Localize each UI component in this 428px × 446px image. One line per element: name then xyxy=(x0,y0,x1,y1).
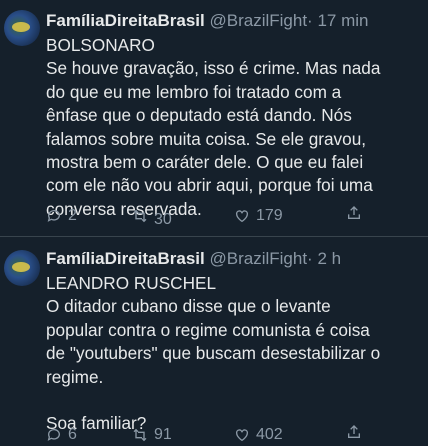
retweet-icon xyxy=(133,428,147,442)
author-handle[interactable]: @BrazilFight xyxy=(209,11,307,30)
tweet-line: mostra bem o caráter dele. O que eu fale… xyxy=(46,152,364,173)
reply-button[interactable]: 2 xyxy=(46,205,77,227)
share-icon xyxy=(348,206,360,219)
tweet-line: regime. xyxy=(46,366,104,387)
avatar[interactable] xyxy=(4,10,40,46)
timestamp[interactable]: 17 min xyxy=(317,11,368,30)
tweet-line: ênfase que o deputado está dando. Nós xyxy=(46,105,352,126)
reply-icon xyxy=(47,210,60,222)
tweet-divider xyxy=(0,236,428,237)
separator: · xyxy=(307,11,313,30)
tweet-line: LEANDRO RUSCHEL xyxy=(46,273,217,293)
reply-icon xyxy=(47,429,60,441)
tweet-line: O ditador cubano disse que o levante xyxy=(46,296,331,317)
tweet-line: falamos sobre muita coisa. Se ele gravou… xyxy=(46,128,367,149)
retweet-button[interactable]: 30 xyxy=(132,205,172,228)
reply-count: 2 xyxy=(68,207,77,224)
tweet-line: do que eu me lembro foi tratado com a xyxy=(46,81,342,102)
tweet-line: com ele não vou abrir aqui, porque foi u… xyxy=(46,175,373,196)
reply-count: 6 xyxy=(68,426,77,443)
separator: · xyxy=(307,249,313,268)
tweet-line: popular contra o regime comunista é cois… xyxy=(46,319,370,340)
reply-button[interactable]: 6 xyxy=(46,424,77,446)
tweet-line: de "youtubers" que buscam desestabilizar… xyxy=(46,343,381,364)
author-name[interactable]: FamíliaDireitaBrasil xyxy=(46,11,205,30)
tweet[interactable]: FamíliaDireitaBrasil @BrazilFight· 17 mi… xyxy=(0,0,428,236)
author-name[interactable]: FamíliaDireitaBrasil xyxy=(46,249,205,268)
tweet-line: Se houve gravação, isso é crime. Mas nad… xyxy=(46,58,381,79)
retweet-icon xyxy=(133,209,147,223)
timestamp[interactable]: 2 h xyxy=(317,249,341,268)
heart-icon xyxy=(236,429,248,442)
retweet-count: 91 xyxy=(154,426,172,443)
tweet-header: FamíliaDireitaBrasil @BrazilFight· 17 mi… xyxy=(46,10,424,32)
tweet-actions: 6 91 402 xyxy=(46,424,418,446)
heart-icon xyxy=(236,210,248,223)
like-count: 179 xyxy=(256,207,283,224)
tweet-line xyxy=(46,389,422,412)
retweet-count: 30 xyxy=(154,211,172,228)
like-count: 402 xyxy=(256,426,283,443)
tweet-line: BOLSONARO xyxy=(46,35,155,55)
share-button[interactable] xyxy=(346,424,368,440)
share-button[interactable] xyxy=(346,205,368,221)
author-handle[interactable]: @BrazilFight xyxy=(209,249,307,268)
share-icon xyxy=(348,425,360,438)
like-button[interactable]: 402 xyxy=(234,424,283,446)
like-button[interactable]: 179 xyxy=(234,205,283,227)
tweet[interactable]: FamíliaDireitaBrasil @BrazilFight· 2 h L… xyxy=(0,238,428,444)
tweet-text: LEANDRO RUSCHEL O ditador cubano disse q… xyxy=(46,272,422,436)
tweet-actions: 2 30 179 xyxy=(46,205,418,228)
avatar[interactable] xyxy=(4,250,40,286)
retweet-button[interactable]: 91 xyxy=(132,424,172,446)
tweet-text: BOLSONARO Se houve gravação, isso é crim… xyxy=(46,34,422,221)
tweet-header: FamíliaDireitaBrasil @BrazilFight· 2 h xyxy=(46,248,424,270)
